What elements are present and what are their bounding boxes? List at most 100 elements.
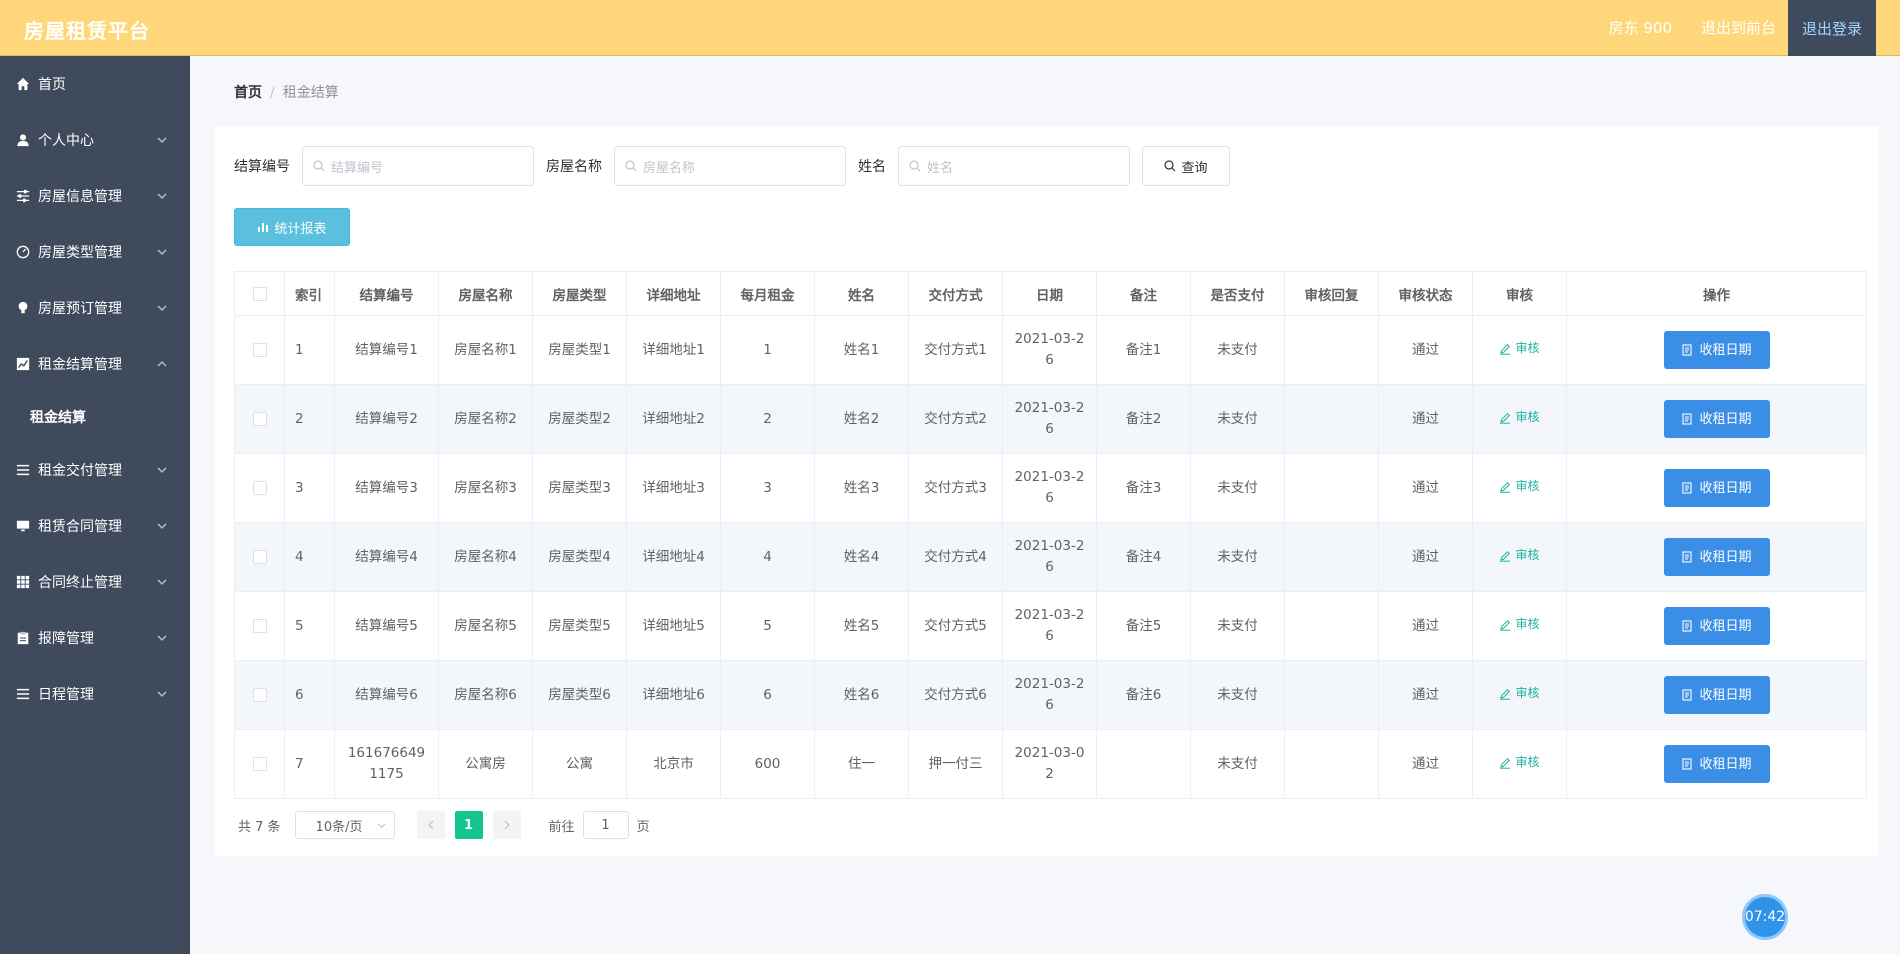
table-row: 1 结算编号1 房屋名称1 房屋类型1 详细地址1 1 姓名1 交付方式1 2021-03-2 6… [234, 315, 1867, 385]
cell-name: 姓名3 [814, 453, 909, 523]
cell-actions: 收租日期 [1566, 453, 1867, 523]
select-cell [234, 453, 285, 523]
cell-paid: 未支付 [1190, 522, 1285, 592]
cell-name: 姓名6 [814, 660, 909, 730]
audit-link[interactable]: 审核 [1499, 407, 1540, 428]
rent-date-button[interactable]: 收租日期 [1663, 676, 1770, 714]
sidebar-item-home[interactable]: 首页 [0, 56, 190, 112]
query-button[interactable]: 查询 [1142, 146, 1230, 186]
cell-name: 姓名5 [814, 591, 909, 661]
row-checkbox[interactable] [252, 411, 267, 426]
back-to-front-link[interactable]: 退出到前台 [1701, 17, 1776, 38]
row-checkbox[interactable] [252, 687, 267, 702]
sidebar: 首页 个人中心 房屋信息管理 房屋类型管理 房屋预订管理 租金结算管理 租金结算… [0, 56, 190, 954]
audit-link[interactable]: 审核 [1499, 614, 1540, 635]
cell-index: 5 [284, 591, 335, 661]
sidebar-item-termination[interactable]: 合同终止管理 [0, 554, 190, 610]
audit-label: 审核 [1515, 548, 1540, 563]
settlement-code-input[interactable]: 结算编号 [302, 146, 534, 186]
sidebar-item-contract[interactable]: 租赁合同管理 [0, 498, 190, 554]
col-name: 姓名 [814, 271, 909, 316]
col-monthly-rent: 每月租金 [720, 271, 815, 316]
prev-page-button[interactable] [416, 811, 445, 839]
content-panel: 结算编号 结算编号 房屋名称 房屋名称 姓名 姓名 查询 统计报表 索引 结算编… [214, 126, 1878, 856]
cell-actions: 收租日期 [1566, 729, 1867, 799]
row-checkbox[interactable] [252, 756, 267, 771]
date-part: 2021-03-2 [1014, 676, 1085, 692]
select-cell [234, 522, 285, 592]
table-row: 5 结算编号5 房屋名称5 房屋类型5 详细地址5 5 姓名5 交付方式5 2021-03-2 6… [234, 591, 1867, 661]
search-bar: 结算编号 结算编号 房屋名称 房屋名称 姓名 姓名 查询 [234, 146, 1230, 186]
pagination-total: 共 7 条 [238, 819, 281, 835]
audit-link[interactable]: 审核 [1499, 752, 1540, 773]
rent-date-label: 收租日期 [1699, 756, 1752, 772]
cell-audit: 审核 [1472, 591, 1567, 661]
row-checkbox[interactable] [252, 480, 267, 495]
chevron-down-icon [157, 305, 167, 311]
rent-date-button[interactable]: 收租日期 [1663, 400, 1770, 438]
user-icon [17, 134, 29, 147]
sidebar-item-schedule[interactable]: 日程管理 [0, 666, 190, 722]
cell-house-type: 公寓 [532, 729, 627, 799]
sidebar-item-fault-report[interactable]: 报障管理 [0, 610, 190, 666]
rent-date-button[interactable]: 收租日期 [1663, 538, 1770, 576]
user-name: 房东 900 [1608, 19, 1672, 37]
sidebar-subitem-rent-settlement[interactable]: 租金结算 [0, 392, 190, 442]
person-name-input[interactable]: 姓名 [898, 146, 1130, 186]
audit-link[interactable]: 审核 [1499, 338, 1540, 359]
settlement-code-part: 1175 [369, 766, 404, 782]
document-icon [1682, 413, 1693, 425]
cell-audit: 审核 [1472, 453, 1567, 523]
audit-link[interactable]: 审核 [1499, 545, 1540, 566]
page-size-select[interactable]: 10条/页 [294, 811, 395, 839]
sidebar-item-booking[interactable]: 房屋预订管理 [0, 280, 190, 336]
logout-button[interactable]: 退出登录 [1788, 0, 1876, 56]
settlement-code-part: 161676649 [347, 745, 426, 761]
table-row: 6 结算编号6 房屋名称6 房屋类型6 详细地址6 6 姓名6 交付方式6 2021-03-2 6… [234, 660, 1867, 730]
house-name-input[interactable]: 房屋名称 [614, 146, 846, 186]
sidebar-item-personal[interactable]: 个人中心 [0, 112, 190, 168]
cell-house-name: 房屋名称2 [438, 384, 533, 454]
date-part: 2021-03-2 [1014, 331, 1085, 347]
statistics-report-button[interactable]: 统计报表 [234, 208, 350, 246]
select-all-checkbox[interactable] [252, 286, 267, 301]
cell-note [1096, 729, 1191, 799]
brand-title: 房屋租赁平台 [24, 19, 150, 43]
sidebar-item-house-type[interactable]: 房屋类型管理 [0, 224, 190, 280]
cell-house-name: 房屋名称1 [438, 315, 533, 385]
sidebar-item-rent-settlement[interactable]: 租金结算管理 [0, 336, 190, 392]
select-all-cell [234, 271, 285, 316]
date-part: 6 [1045, 421, 1054, 437]
next-page-button[interactable] [492, 811, 521, 839]
rent-date-button[interactable]: 收租日期 [1663, 331, 1770, 369]
goto-page-input[interactable]: 1 [582, 811, 629, 839]
col-audit-reply: 审核回复 [1284, 271, 1379, 316]
row-checkbox[interactable] [252, 342, 267, 357]
cell-settlement-code: 结算编号3 [334, 453, 439, 523]
cell-paid: 未支付 [1190, 453, 1285, 523]
breadcrumb-home[interactable]: 首页 [234, 85, 262, 101]
row-checkbox[interactable] [252, 618, 267, 633]
col-index: 索引 [284, 271, 335, 316]
house-name-placeholder: 房屋名称 [643, 160, 696, 176]
cell-name: 姓名1 [814, 315, 909, 385]
col-settlement-code: 结算编号 [334, 271, 439, 316]
monitor-icon [16, 520, 30, 532]
audit-link[interactable]: 审核 [1499, 476, 1540, 497]
cell-name: 住一 [814, 729, 909, 799]
audit-link[interactable]: 审核 [1499, 683, 1540, 704]
sidebar-item-house-info[interactable]: 房屋信息管理 [0, 168, 190, 224]
row-checkbox[interactable] [252, 549, 267, 564]
edit-icon [1500, 343, 1511, 355]
sidebar-item-label: 个人中心 [38, 133, 94, 149]
rent-date-button[interactable]: 收租日期 [1663, 745, 1770, 783]
rent-date-button[interactable]: 收租日期 [1663, 469, 1770, 507]
sidebar-item-rent-payment[interactable]: 租金交付管理 [0, 442, 190, 498]
cell-date: 2021-03-2 6 [1002, 522, 1097, 592]
breadcrumb: 首页 / 租金结算 [234, 82, 339, 102]
page-number-current[interactable]: 1 [454, 811, 483, 839]
cell-audit-status: 通过 [1378, 729, 1473, 799]
menu-icon [16, 688, 30, 700]
rent-date-button[interactable]: 收租日期 [1663, 607, 1770, 645]
cell-address: 北京市 [626, 729, 721, 799]
